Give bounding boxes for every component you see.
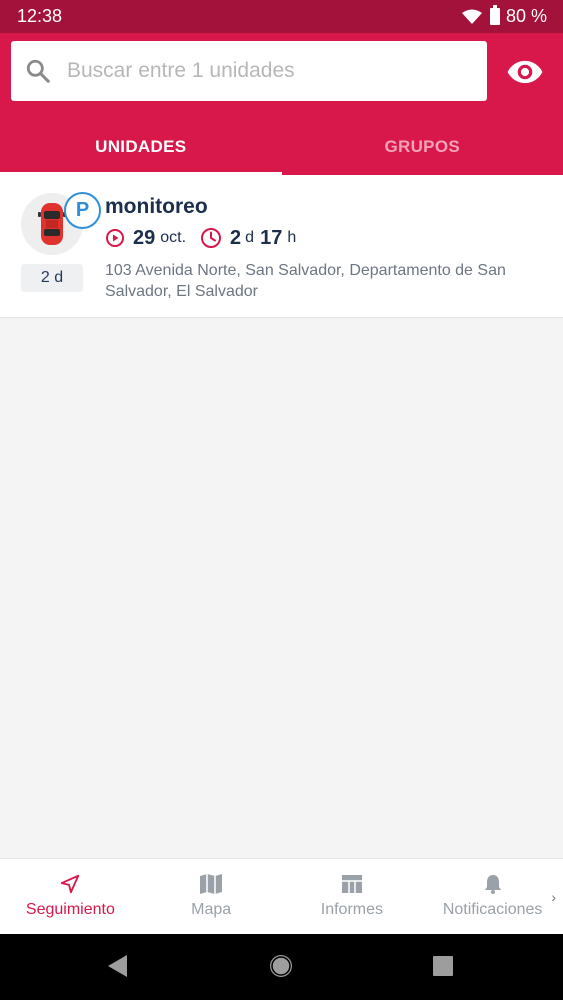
search-input[interactable] — [67, 59, 447, 83]
search-box[interactable] — [11, 41, 487, 101]
map-icon — [200, 874, 223, 894]
table-icon — [341, 875, 362, 893]
recents-icon[interactable] — [433, 956, 453, 976]
nav-seguimiento[interactable]: Seguimiento — [0, 859, 141, 934]
bell-icon — [484, 875, 501, 894]
play-circle-icon — [106, 229, 124, 247]
nav-label: Informes — [320, 901, 383, 918]
duration-hours: 17 — [260, 226, 283, 249]
eye-icon[interactable] — [506, 53, 544, 91]
system-navigation-bar — [0, 934, 563, 1000]
status-indicators: 80 % — [461, 5, 547, 27]
nav-label: Seguimiento — [25, 901, 115, 918]
date-month: oct. — [160, 229, 187, 246]
app-header: UNIDADES GRUPOS — [0, 33, 563, 175]
tab-bar: UNIDADES GRUPOS — [0, 119, 563, 175]
nav-informes[interactable]: Informes — [282, 859, 423, 934]
battery-icon — [489, 5, 500, 25]
unit-meta-row: 29 oct. 2 d 17 h — [105, 225, 296, 251]
chevron-right-icon[interactable]: › — [551, 889, 556, 905]
nav-label: Notificaciones — [442, 901, 543, 918]
date-day: 29 — [133, 226, 156, 249]
home-icon[interactable] — [270, 955, 292, 977]
battery-level: 80 % — [505, 6, 547, 26]
unit-address: 103 Avenida Norte, San Salvador, Departa… — [105, 262, 506, 300]
status-time: 12:38 — [17, 6, 63, 26]
duration-days-unit: d — [245, 229, 255, 246]
unit-age-badge: 2 d — [21, 264, 83, 292]
search-icon — [26, 59, 50, 83]
nav-label: Mapa — [191, 901, 232, 918]
nav-mapa[interactable]: Mapa — [141, 859, 282, 934]
tab-unidades[interactable]: UNIDADES — [0, 119, 282, 175]
back-icon[interactable] — [108, 955, 127, 977]
nav-notificaciones[interactable]: Notificaciones — [422, 859, 563, 934]
status-bar: 12:38 80 % — [0, 0, 563, 33]
wifi-icon — [461, 9, 482, 24]
bottom-navigation: Seguimiento Mapa Informes Notificaciones… — [0, 858, 563, 934]
unit-list-item[interactable]: P 2 d monitoreo 29 oct. 2 d 17 h 103 Ave… — [0, 175, 563, 318]
parking-status-badge: P — [64, 192, 101, 229]
duration-days: 2 — [230, 226, 242, 249]
duration-hours-unit: h — [287, 229, 297, 246]
tab-grupos[interactable]: GRUPOS — [282, 119, 563, 175]
navigation-arrow-icon — [61, 874, 80, 894]
clock-icon — [201, 228, 222, 248]
unit-name: monitoreo — [105, 195, 208, 218]
